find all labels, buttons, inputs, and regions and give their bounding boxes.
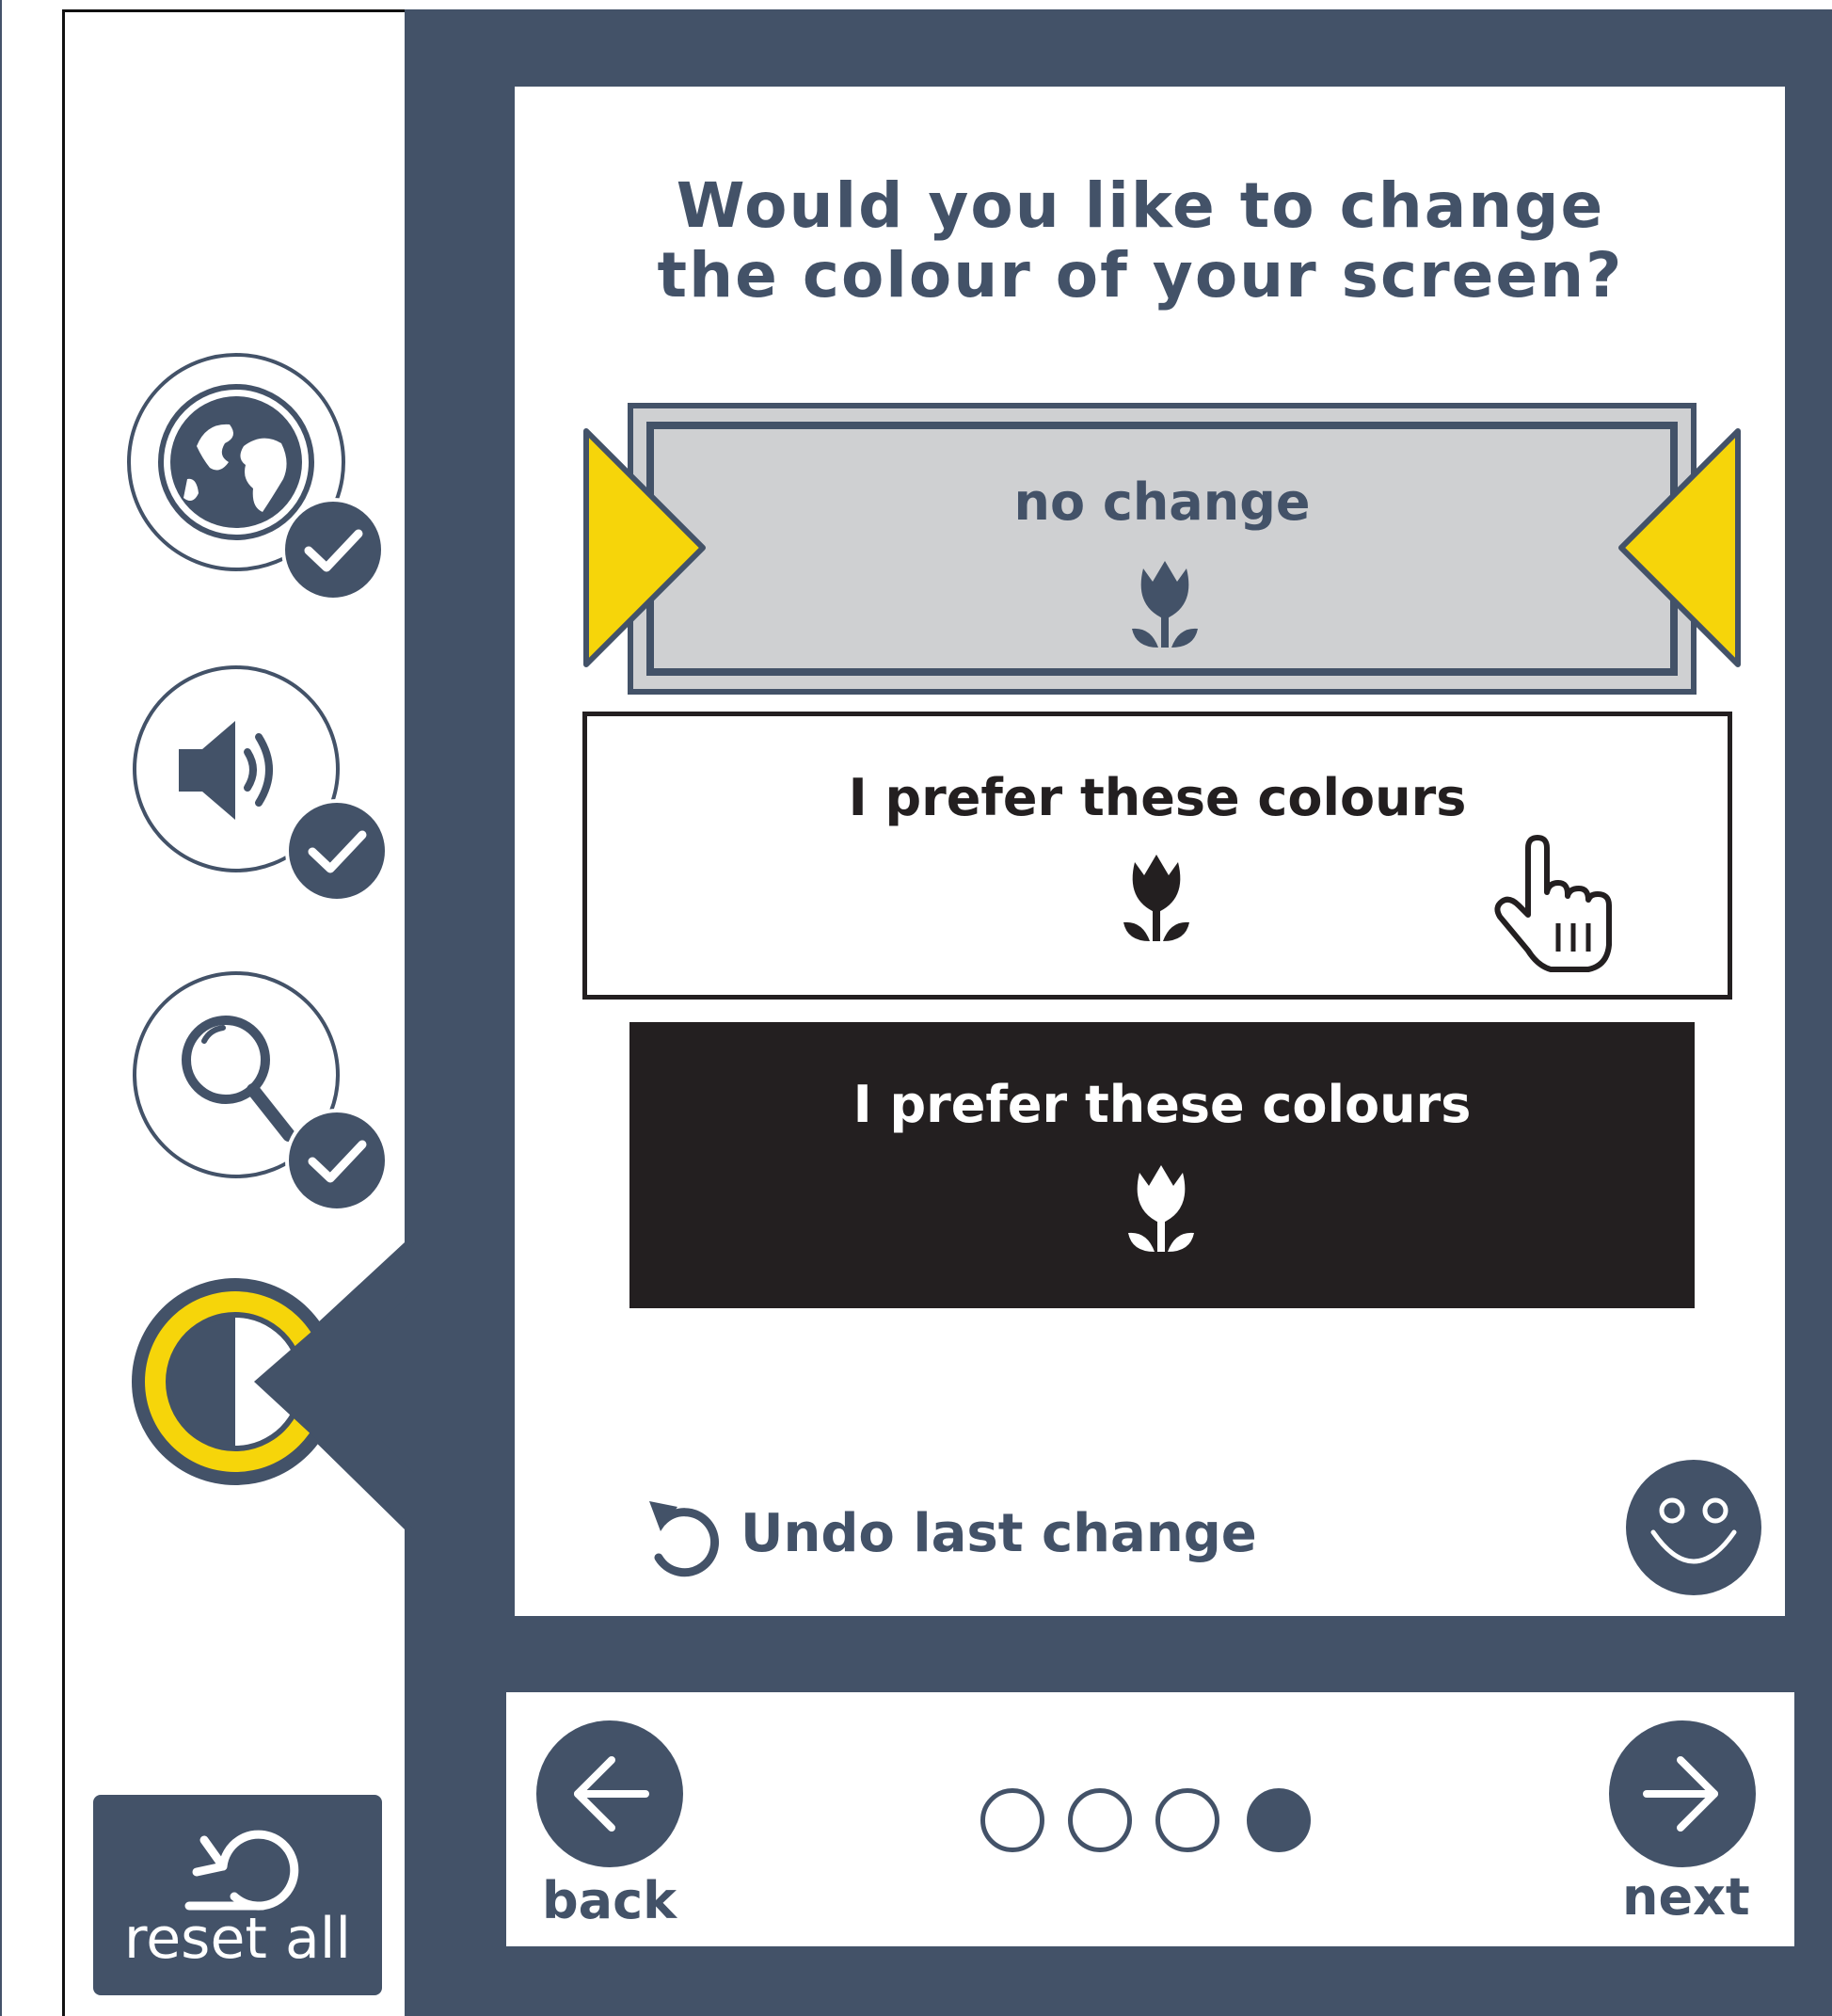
checkmark-icon xyxy=(308,1140,367,1183)
step-complete-badge xyxy=(285,1109,389,1212)
main-card: Would you like to change the colour of y… xyxy=(515,87,1785,1616)
question-line-1: Would you like to change xyxy=(676,169,1605,242)
next-arrow-circle xyxy=(1609,1720,1756,1867)
step-complete-badge xyxy=(285,799,389,903)
undo-icon xyxy=(649,1501,719,1577)
undo-label: Undo last change xyxy=(741,1503,1257,1564)
back-label: back xyxy=(542,1871,677,1930)
smiley-face-icon[interactable] xyxy=(1625,1459,1762,1596)
next-button[interactable]: next xyxy=(1609,1720,1769,1937)
selection-arrow-right xyxy=(1618,428,1741,667)
tulip-icon xyxy=(1128,1165,1194,1252)
tulip-icon xyxy=(1132,561,1198,648)
option-white-on-black-label: I prefer these colours xyxy=(852,1075,1472,1134)
progress-dot xyxy=(1155,1788,1219,1852)
selection-arrow-left xyxy=(583,428,706,667)
navigation-bar: back next xyxy=(506,1692,1794,1946)
reset-all-label: reset all xyxy=(123,1906,352,1972)
left-edge-line xyxy=(0,0,2,2016)
tulip-icon xyxy=(1123,855,1189,941)
hand-cursor-icon xyxy=(1494,835,1612,972)
checkmark-icon xyxy=(304,529,363,572)
reset-all-button[interactable]: reset all xyxy=(93,1795,382,1995)
arrow-left-icon xyxy=(574,1756,649,1832)
progress-dot xyxy=(980,1788,1044,1852)
option-no-change[interactable]: no change xyxy=(628,403,1697,695)
progress-dot-current xyxy=(1247,1788,1311,1852)
step-complete-badge xyxy=(281,498,385,601)
question-line-2: the colour of your screen? xyxy=(657,239,1624,312)
next-label: next xyxy=(1622,1867,1750,1927)
sidebar-step-magnifier[interactable] xyxy=(133,971,389,1212)
sidebar-step-language[interactable] xyxy=(127,353,385,601)
arrow-right-icon xyxy=(1643,1756,1718,1832)
sidebar-step-audio[interactable] xyxy=(133,665,389,903)
undo-button[interactable]: Undo last change xyxy=(642,1484,1263,1588)
sidebar-step-contrast[interactable] xyxy=(122,1224,414,1544)
back-arrow-circle xyxy=(536,1720,683,1867)
option-black-on-white[interactable]: I prefer these colours xyxy=(582,712,1732,1000)
checkmark-icon xyxy=(308,830,367,873)
question-heading: Would you like to change the colour of y… xyxy=(515,171,1766,311)
option-no-change-label: no change xyxy=(1013,472,1311,532)
back-button[interactable]: back xyxy=(536,1720,696,1937)
progress-dot xyxy=(1068,1788,1132,1852)
option-white-on-black[interactable]: I prefer these colours xyxy=(629,1022,1695,1308)
option-black-on-white-label: I prefer these colours xyxy=(848,768,1467,827)
reset-icon xyxy=(184,1830,299,1911)
